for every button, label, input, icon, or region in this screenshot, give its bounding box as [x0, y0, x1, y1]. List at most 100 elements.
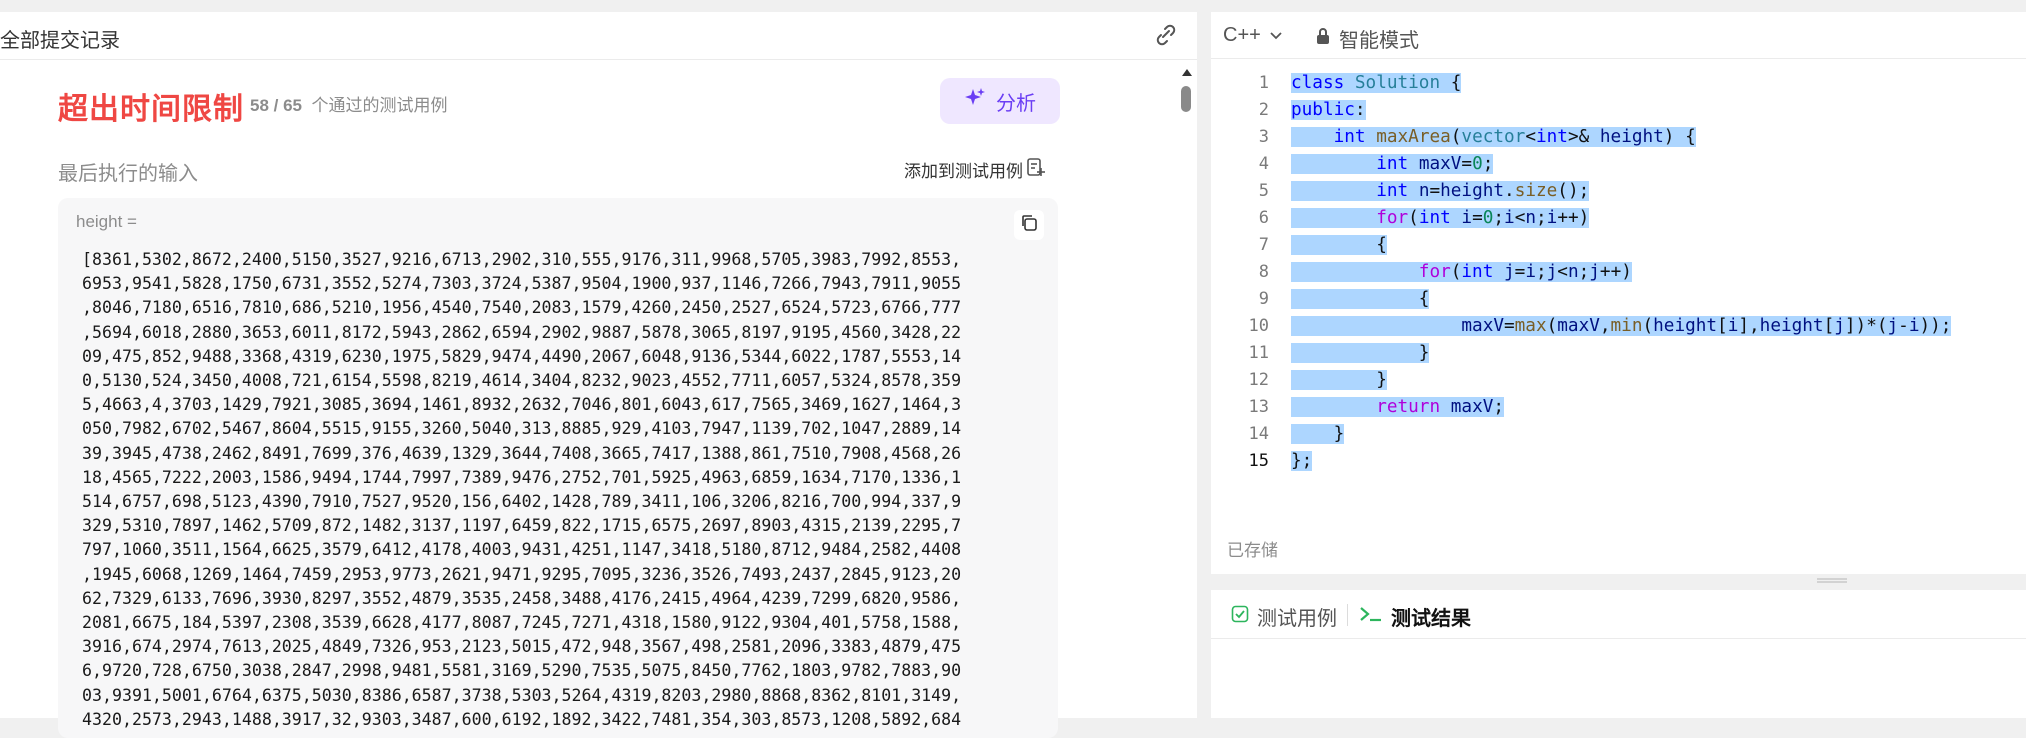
code-token: <: [1514, 208, 1526, 228]
copy-button[interactable]: [1014, 210, 1044, 240]
code-text: int maxArea(vector<int>& height) {: [1291, 124, 1696, 151]
tab-test-results[interactable]: 测试结果: [1359, 602, 1471, 631]
input-line: 4320,2573,2943,1488,3917,32,9303,3487,60…: [82, 709, 962, 729]
code-token: ;: [1536, 208, 1547, 228]
input-line: 514,6757,698,5123,4390,7910,7527,9520,15…: [82, 492, 962, 512]
code-token: i: [1546, 208, 1558, 228]
result-status: 超出时间限制: [58, 93, 244, 126]
code-text: {: [1291, 286, 1430, 313]
input-line: [8361,5302,8672,2400,5150,3527,9216,6713…: [82, 250, 962, 269]
code-token: j: [1834, 316, 1845, 336]
code-token: 0: [1482, 208, 1494, 228]
mode-label: 智能模式: [1339, 30, 1419, 52]
line-number: 10: [1248, 316, 1269, 336]
last-input-box: height = [8361,5302,8672,2400,5150,3527,…: [58, 198, 1058, 738]
code-token: height: [1759, 316, 1824, 336]
code-token: {: [1291, 235, 1387, 255]
selection-highlight: }: [1291, 343, 1430, 363]
code-token: [: [1823, 316, 1835, 336]
code-token: <: [1525, 127, 1536, 147]
code-token: ;: [1535, 262, 1547, 282]
line-number: 7: [1258, 235, 1269, 255]
code-token: }: [1291, 424, 1345, 444]
code-token: ();: [1557, 181, 1590, 201]
code-token: public: [1291, 100, 1355, 120]
line-number: 4: [1258, 154, 1269, 174]
analyze-button[interactable]: 分析: [940, 78, 1060, 124]
selection-highlight: for(int i=0;i<n;i++): [1291, 208, 1590, 228]
code-token: j: [1589, 262, 1600, 282]
code-token: i: [1908, 316, 1920, 336]
input-line: ,1945,6068,1269,1464,7459,2953,9773,2621…: [82, 564, 962, 584]
panel-resize-handle[interactable]: [1211, 574, 2026, 588]
code-token: height: [1440, 181, 1505, 201]
saved-status: 已存储: [1227, 541, 1278, 560]
link-icon[interactable]: [1153, 23, 1179, 47]
selection-highlight: maxV=max(maxV,min(height[i],height[j])*(…: [1291, 316, 1952, 336]
selection-highlight: int maxV=0;: [1291, 154, 1494, 174]
input-line: 03,9391,5001,6764,6375,5030,8386,6587,37…: [82, 685, 962, 705]
code-token: ;: [1493, 208, 1505, 228]
scrollbar-thumb[interactable]: [1181, 86, 1191, 112]
code-token: int: [1535, 127, 1568, 147]
line-number: 6: [1258, 208, 1269, 228]
code-token: int: [1418, 208, 1451, 228]
code-text: maxV=max(maxV,min(height[i],height[j])*(…: [1291, 313, 1952, 340]
code-token: <: [1557, 262, 1568, 282]
code-token: n: [1418, 181, 1430, 201]
line-number: 1: [1258, 73, 1269, 93]
code-token: (: [1408, 208, 1419, 228]
code-token: =: [1504, 316, 1515, 336]
passed-count: 58 / 65: [250, 96, 302, 115]
code-token: i: [1461, 208, 1473, 228]
add-to-tests-button[interactable]: 添加到测试用例: [904, 157, 1045, 182]
selection-highlight: {: [1291, 235, 1387, 255]
code-editor-panel: C++ 智能模式 1 class Solution {2 public: 3 int …: [1211, 12, 2026, 574]
code-token: 0: [1472, 154, 1483, 174]
code-token: int: [1461, 262, 1494, 282]
code-token: maxV: [1450, 397, 1494, 417]
code-token: int: [1376, 154, 1409, 174]
tab-divider: [1347, 604, 1348, 626]
scroll-up-icon[interactable]: [1182, 69, 1192, 76]
code-token: =: [1514, 262, 1526, 282]
code-token: =: [1461, 154, 1473, 174]
passed-label: 个通过的测试用例: [311, 96, 448, 115]
language-value: C++: [1223, 24, 1261, 46]
line-number: 5: [1258, 181, 1269, 201]
selection-highlight: int maxArea(vector<int>& height) {: [1291, 127, 1696, 147]
line-number: 9: [1258, 289, 1269, 309]
code-token: ));: [1919, 316, 1952, 336]
line-number: 3: [1258, 127, 1269, 147]
input-line: 39,3945,4738,2462,8491,7699,376,4639,132…: [82, 443, 962, 463]
code-token: for: [1376, 208, 1409, 228]
submission-header: 全部提交记录: [0, 12, 1197, 60]
left-scrollbar[interactable]: [1179, 65, 1193, 715]
tab-test-results-label: 测试结果: [1391, 608, 1471, 630]
smart-mode-toggle[interactable]: 智能模式: [1315, 24, 1419, 53]
code-token: }: [1291, 370, 1387, 390]
test-tabs: 测试用例 测试结果: [1211, 590, 2026, 639]
input-line: ,5694,6018,2880,3653,6011,8172,5943,2862…: [82, 322, 962, 342]
language-select[interactable]: C++: [1223, 24, 1283, 47]
code-token: int: [1333, 127, 1366, 147]
tab-test-cases[interactable]: 测试用例: [1231, 602, 1337, 631]
line-number: 13: [1248, 397, 1269, 417]
code-token: (: [1546, 316, 1558, 336]
code-token: :: [1354, 100, 1366, 120]
input-line: 0,5130,524,3450,4008,721,6154,5598,8219,…: [82, 371, 962, 391]
code-token: max: [1514, 316, 1547, 336]
code-token: [: [1717, 316, 1728, 336]
code-token: height: [1653, 316, 1718, 336]
code-token: Solution: [1354, 73, 1441, 93]
code-token: maxV: [1418, 154, 1462, 174]
input-value: [8361,5302,8672,2400,5150,3527,9216,6713…: [82, 248, 1042, 732]
input-line: 6953,9541,5828,1750,6731,3552,5274,7303,…: [82, 274, 962, 294]
selection-highlight: }: [1291, 424, 1345, 444]
